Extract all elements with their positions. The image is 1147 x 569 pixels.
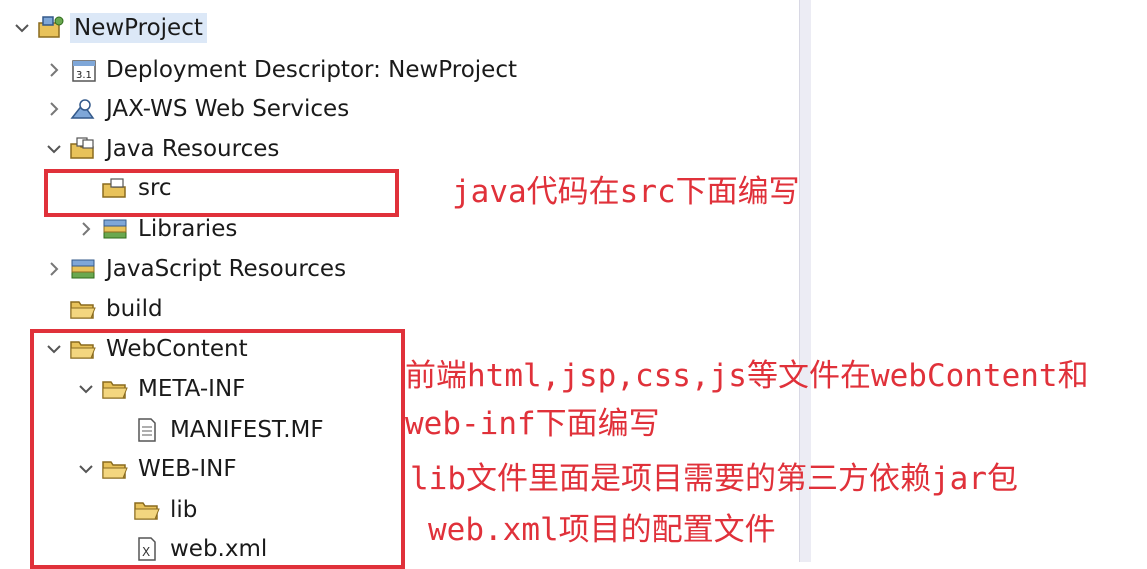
- tree-item-jaxws[interactable]: JAX-WS Web Services: [44, 91, 349, 127]
- chevron-right-icon[interactable]: [44, 52, 64, 88]
- chevron-down-icon[interactable]: [12, 10, 32, 46]
- tree-item-deployment-descriptor[interactable]: 3.1 Deployment Descriptor: NewProject: [44, 52, 517, 88]
- tree-item-label: Deployment Descriptor: NewProject: [106, 57, 517, 83]
- tree-item-label: Libraries: [138, 216, 238, 242]
- svg-text:3.1: 3.1: [76, 70, 92, 81]
- tree-item-label: NewProject: [70, 13, 207, 43]
- chevron-right-icon[interactable]: [44, 251, 64, 287]
- webcontent-annotation-line2: web-inf下面编写: [405, 406, 660, 442]
- webcontent-highlight-box: [30, 329, 405, 569]
- lib-annotation: lib文件里面是项目需要的第三方依赖jar包: [410, 461, 1018, 497]
- libraries-icon: [100, 214, 130, 244]
- src-annotation: java代码在src下面编写: [452, 174, 800, 210]
- tree-item-label: JavaScript Resources: [106, 256, 347, 282]
- tree-item-newproject[interactable]: NewProject: [12, 10, 207, 46]
- web-services-icon: [68, 94, 98, 124]
- tree-item-label: Java Resources: [106, 136, 280, 162]
- tree-item-label: build: [106, 296, 163, 322]
- src-highlight-box: [44, 169, 399, 217]
- tree-item-build[interactable]: build: [68, 291, 163, 327]
- javascript-resources-icon: [68, 254, 98, 284]
- java-resources-icon: [68, 134, 98, 164]
- webxml-annotation: web.xml项目的配置文件: [428, 512, 776, 548]
- folder-icon: [68, 294, 98, 324]
- deployment-descriptor-icon: 3.1: [68, 55, 98, 85]
- tree-item-javascript-resources[interactable]: JavaScript Resources: [44, 251, 346, 287]
- project-icon: [36, 13, 66, 43]
- tree-item-label: JAX-WS Web Services: [106, 96, 350, 122]
- tree-item-java-resources[interactable]: Java Resources: [44, 131, 279, 167]
- chevron-right-icon[interactable]: [44, 91, 64, 127]
- chevron-down-icon[interactable]: [44, 131, 64, 167]
- webcontent-annotation-line1: 前端html,jsp,css,js等文件在webContent和: [405, 358, 1089, 394]
